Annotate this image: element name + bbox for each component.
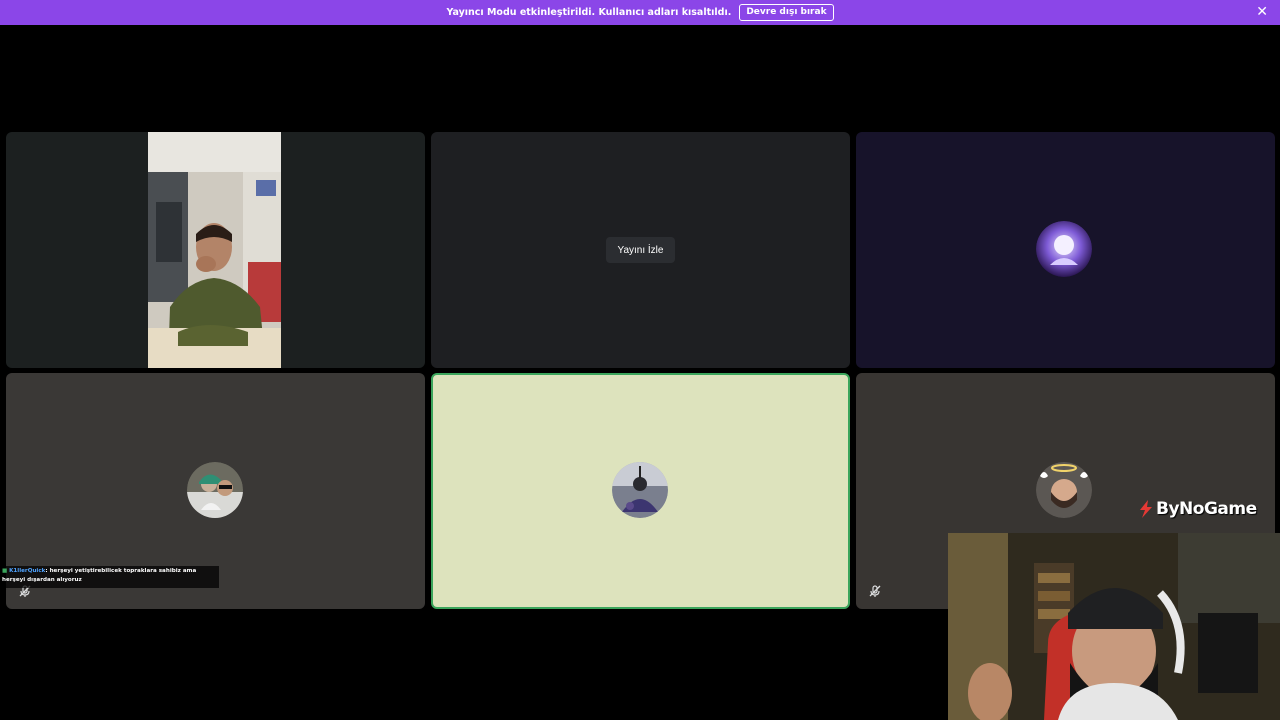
avatar xyxy=(612,462,668,518)
close-icon[interactable]: ✕ xyxy=(1256,4,1268,20)
avatar xyxy=(1036,462,1092,518)
avatar xyxy=(1036,221,1092,277)
brand-logo-icon xyxy=(1140,500,1152,518)
banner-message: Yayıncı Modu etkinleştirildi. Kullanıcı … xyxy=(446,7,732,18)
avatar xyxy=(187,462,243,518)
watch-stream-button[interactable]: Yayını İzle xyxy=(606,237,675,263)
brand-watermark: ByNoGame xyxy=(1136,497,1257,521)
participant-tile-camera[interactable] xyxy=(6,132,425,368)
brand-name: ByNoGame xyxy=(1156,499,1257,519)
streamer-webcam xyxy=(948,533,1280,720)
microphone-muted-icon xyxy=(868,583,882,597)
camera-feed xyxy=(148,132,281,368)
chat-username: K1llerQuick xyxy=(9,568,46,574)
streamer-mode-banner: Yayıncı Modu etkinleştirildi. Kullanıcı … xyxy=(0,0,1280,25)
disable-streamer-mode-button[interactable]: Devre dışı bırak xyxy=(739,4,834,21)
participant-tile-stream[interactable]: Yayını İzle xyxy=(431,132,850,368)
participant-tile-avatar[interactable] xyxy=(856,132,1275,368)
chat-overlay: ■ K1llerQuick: herşeyi yetiştirebilicek … xyxy=(0,566,219,588)
participant-tile-speaking[interactable] xyxy=(431,373,850,609)
